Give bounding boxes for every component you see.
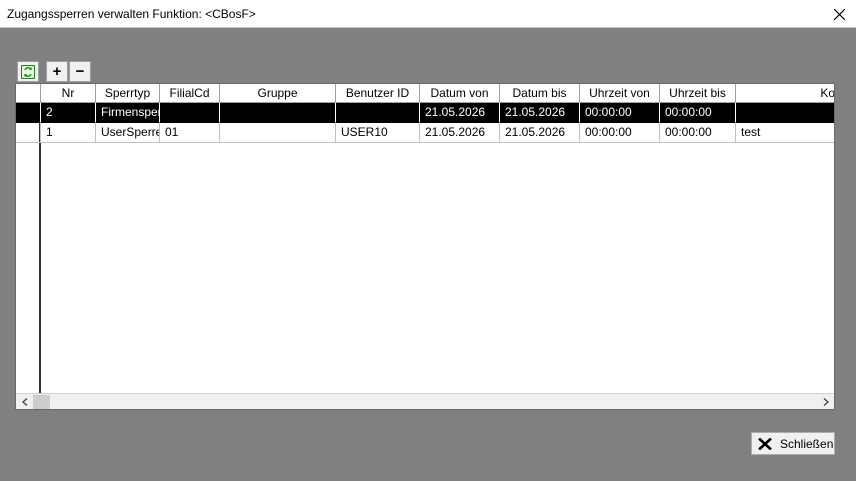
cell-datum-bis[interactable]: 21.05.2026 — [500, 123, 580, 143]
cell-gruppe[interactable] — [220, 123, 336, 143]
window-close-button[interactable] — [822, 0, 856, 28]
cell-sperrtyp[interactable]: Firmensperr — [96, 103, 160, 123]
scrollbar-thumb[interactable] — [33, 395, 50, 409]
column-header-filialcd[interactable]: FilialCd — [160, 84, 220, 103]
title-bar: Zugangssperren verwalten Funktion: <CBos… — [0, 0, 856, 28]
cell-kommentar[interactable] — [736, 103, 834, 123]
cell-benutzer-id[interactable]: USER10 — [336, 123, 420, 143]
cell-uhrzeit-von[interactable]: 00:00:00 — [580, 123, 660, 143]
scroll-left-button[interactable] — [16, 394, 33, 409]
cell-filialcd[interactable] — [160, 103, 220, 123]
cell-uhrzeit-bis[interactable]: 00:00:00 — [660, 123, 736, 143]
close-button-label: Schließen — [780, 436, 834, 451]
window-title: Zugangssperren verwalten Funktion: <CBos… — [7, 7, 256, 21]
column-header-datum-von[interactable]: Datum von — [420, 84, 500, 103]
chevron-left-icon — [21, 398, 27, 406]
chevron-right-icon — [823, 398, 829, 406]
row-selector[interactable] — [16, 103, 41, 123]
close-icon — [758, 437, 772, 450]
column-header-datum-bis[interactable]: Datum bis — [500, 84, 580, 103]
scroll-right-button[interactable] — [817, 394, 834, 409]
cell-uhrzeit-bis[interactable]: 00:00:00 — [660, 103, 736, 123]
cell-datum-von[interactable]: 21.05.2026 — [420, 103, 500, 123]
close-icon — [833, 8, 845, 20]
horizontal-scrollbar[interactable] — [16, 393, 834, 409]
refresh-button[interactable] — [17, 61, 39, 82]
cell-uhrzeit-von[interactable]: 00:00:00 — [580, 103, 660, 123]
column-header-gruppe[interactable]: Gruppe — [220, 84, 336, 103]
add-button[interactable]: + — [46, 61, 68, 82]
cell-filialcd[interactable]: 01 — [160, 123, 220, 143]
close-button[interactable]: Schließen — [751, 432, 835, 455]
header-corner — [16, 84, 41, 103]
cell-gruppe[interactable] — [220, 103, 336, 123]
cell-sperrtyp[interactable]: UserSperre — [96, 123, 160, 143]
cell-nr[interactable]: 1 — [41, 123, 96, 143]
column-header-sperrtyp[interactable]: Sperrtyp — [96, 84, 160, 103]
column-header-nr[interactable]: Nr — [41, 84, 96, 103]
cell-benutzer-id[interactable] — [336, 103, 420, 123]
cell-datum-von[interactable]: 21.05.2026 — [420, 123, 500, 143]
locks-table[interactable]: Nr Sperrtyp FilialCd Gruppe Benutzer ID … — [15, 83, 835, 410]
column-header-uhrzeit-von[interactable]: Uhrzeit von — [580, 84, 660, 103]
refresh-icon — [21, 64, 35, 79]
minus-icon: − — [75, 63, 85, 80]
cell-datum-bis[interactable]: 21.05.2026 — [500, 103, 580, 123]
column-header-benutzer-id[interactable]: Benutzer ID — [336, 84, 420, 103]
column-header-uhrzeit-bis[interactable]: Uhrzeit bis — [660, 84, 736, 103]
remove-button[interactable]: − — [69, 61, 91, 82]
plus-icon: + — [52, 63, 62, 80]
cell-kommentar[interactable]: test — [736, 123, 834, 143]
row-selector[interactable] — [16, 123, 41, 143]
cell-nr[interactable]: 2 — [41, 103, 96, 123]
column-header-kommentar[interactable]: Ko — [736, 84, 834, 103]
